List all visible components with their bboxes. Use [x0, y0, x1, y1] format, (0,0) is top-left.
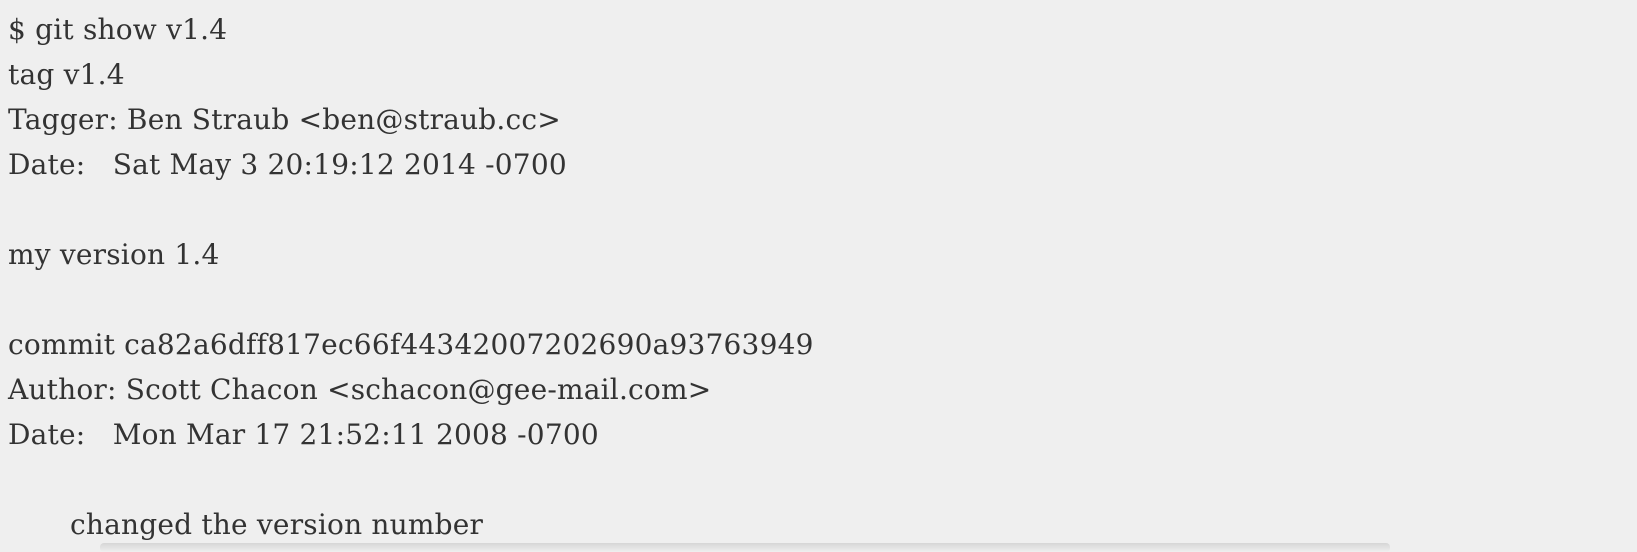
tag-message-line: my version 1.4	[8, 238, 220, 271]
tag-date-line: Date: Sat May 3 20:19:12 2014 -0700	[8, 148, 567, 181]
commit-date-line: Date: Mon Mar 17 21:52:11 2008 -0700	[8, 418, 599, 451]
commit-line: commit ca82a6dff817ec66f44342007202690a9…	[8, 328, 814, 361]
command-line: $ git show v1.4	[8, 13, 228, 46]
horizontal-scrollbar[interactable]	[100, 543, 1390, 552]
code-block: $ git show v1.4 tag v1.4 Tagger: Ben Str…	[0, 0, 1637, 552]
tag-line: tag v1.4	[8, 58, 125, 91]
tagger-line: Tagger: Ben Straub <ben@straub.cc>	[8, 103, 561, 136]
author-line: Author: Scott Chacon <schacon@gee-mail.c…	[8, 373, 712, 406]
commit-message-line: changed the version number	[70, 508, 484, 541]
